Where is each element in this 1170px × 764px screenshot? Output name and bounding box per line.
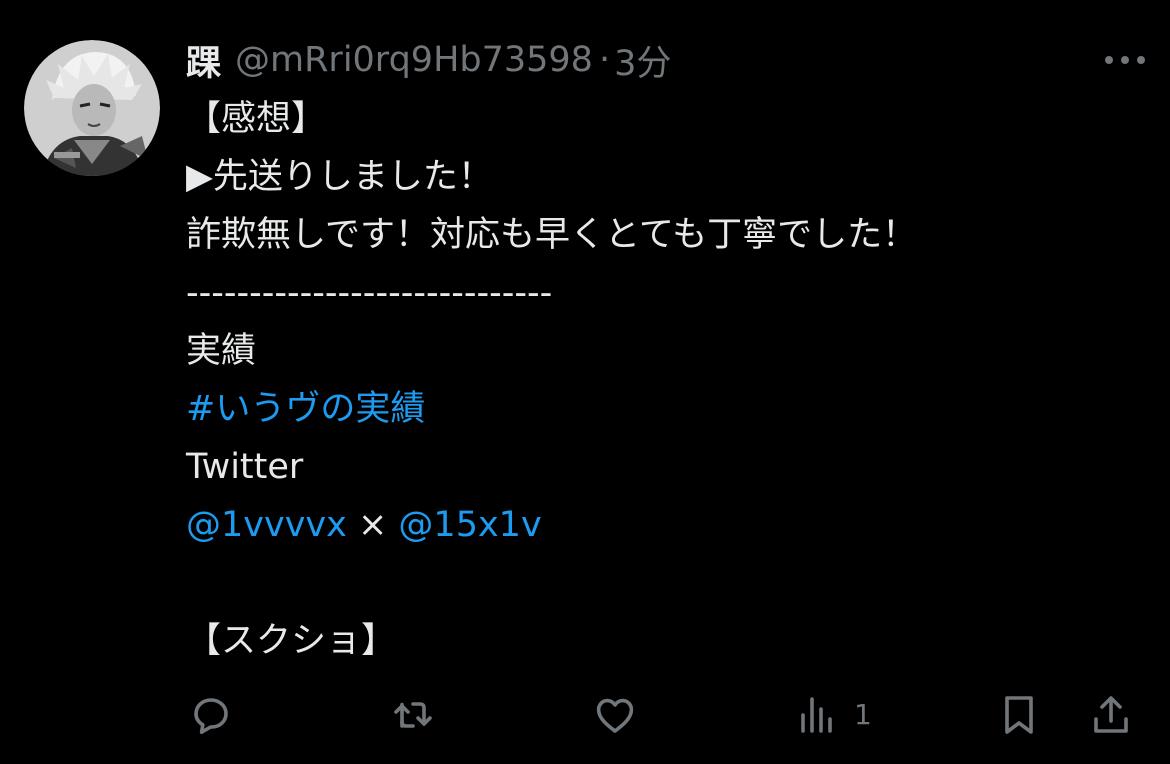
text-line: 実績: [186, 331, 257, 371]
text-line: ▶︎先送りしました！: [186, 157, 493, 197]
display-name[interactable]: 踝: [186, 35, 221, 86]
bookmark-icon[interactable]: [994, 690, 1044, 740]
tweet-text: 【感想】 ▶︎先送りしました！ 詐欺無しです！対応も早くとても丁寧でした！ --…: [186, 90, 1146, 670]
text-line: 【スクショ】: [186, 621, 397, 661]
timestamp[interactable]: 3分: [614, 35, 671, 86]
like-icon[interactable]: [590, 690, 640, 740]
more-options-icon[interactable]: [1100, 46, 1150, 74]
divider-text: -----------------------------: [186, 273, 553, 313]
views-icon[interactable]: [792, 690, 842, 740]
separator-dot: ·: [598, 40, 611, 80]
tweet-header: 踝 @mRri0rq9Hb73598 · 3分: [186, 34, 671, 86]
avatar[interactable]: [24, 40, 160, 176]
text-line: Twitter: [186, 447, 304, 487]
mention-link[interactable]: @15x1v: [398, 505, 541, 545]
views-count: 1: [854, 698, 872, 731]
avatar-image: [24, 40, 160, 176]
reply-icon[interactable]: [186, 690, 236, 740]
retweet-icon[interactable]: [388, 690, 438, 740]
user-handle[interactable]: @mRri0rq9Hb73598: [235, 40, 593, 80]
text-line: 【感想】: [186, 99, 327, 139]
hashtag-link[interactable]: #いうヴの実績: [186, 389, 425, 429]
share-icon[interactable]: [1086, 690, 1136, 740]
times-symbol: ×: [346, 505, 399, 545]
text-line: 詐欺無しです！対応も早くとても丁寧でした！: [186, 215, 918, 255]
mention-link[interactable]: @1vvvvx: [186, 505, 347, 545]
